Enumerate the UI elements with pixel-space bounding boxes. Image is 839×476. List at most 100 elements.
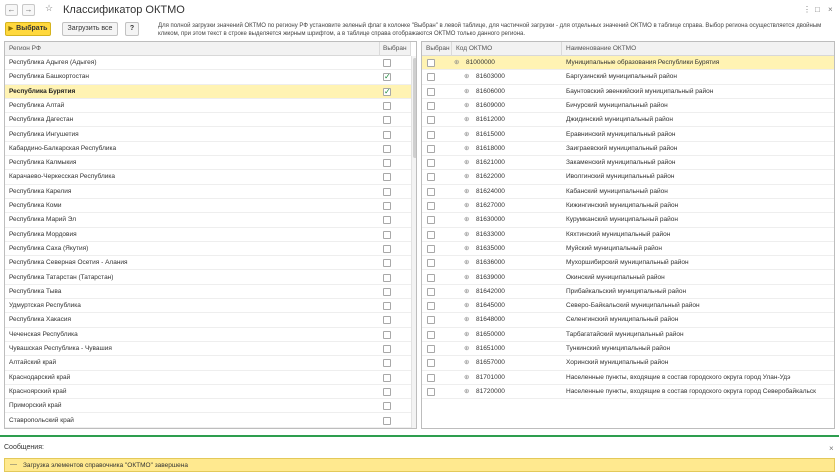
region-row[interactable]: Республика Тыва <box>5 285 411 300</box>
oktmo-checkbox[interactable] <box>427 259 435 268</box>
oktmo-row[interactable]: ⊕ 81650000 Тарбагатайский муниципальный ра… <box>422 328 834 342</box>
region-row[interactable]: Республика Бурятия ✓ <box>5 84 411 99</box>
region-row[interactable]: Республика Ингушетия <box>5 128 411 142</box>
oktmo-checkbox[interactable] <box>427 244 435 253</box>
region-checkbox[interactable] <box>383 373 391 382</box>
oktmo-checkbox[interactable] <box>427 373 435 382</box>
help-button[interactable]: ? <box>125 22 139 36</box>
region-checkbox[interactable]: ✓ <box>383 87 391 96</box>
expand-icon[interactable]: ⊕ <box>464 142 469 156</box>
expand-icon[interactable]: ⊕ <box>464 213 469 227</box>
expand-icon[interactable]: ⊕ <box>464 170 469 184</box>
expand-icon[interactable]: ⊕ <box>464 128 469 142</box>
oktmo-row[interactable]: ⊕ 81720000 Населенные пункты, входящие в с… <box>422 385 834 400</box>
region-row[interactable]: Красноярский край <box>5 385 411 400</box>
expand-icon[interactable]: ⊕ <box>464 113 469 127</box>
oktmo-row[interactable]: ⊕ 81000000 Муниципальные образования Респу… <box>422 56 834 71</box>
oktmo-checkbox[interactable] <box>427 330 435 339</box>
oktmo-checkbox[interactable] <box>427 316 435 325</box>
region-row[interactable]: Республика Мордовия <box>5 228 411 242</box>
region-row[interactable]: Республика Башкортостан ✓ <box>5 70 411 85</box>
oktmo-row[interactable]: ⊕ 81621000 Закаменский муниципальный район <box>422 156 834 171</box>
oktmo-checkbox[interactable] <box>427 130 435 139</box>
expand-icon[interactable]: ⊕ <box>464 271 469 285</box>
oktmo-checkbox[interactable] <box>427 116 435 125</box>
messages-close-icon[interactable]: × <box>829 444 834 453</box>
region-checkbox[interactable] <box>383 359 391 368</box>
oktmo-row[interactable]: ⊕ 81615000 Еравнинский муниципальный район <box>422 128 834 142</box>
oktmo-row[interactable]: ⊕ 81622000 Иволгинский муниципальный район <box>422 170 834 185</box>
expand-icon[interactable]: ⊕ <box>464 385 469 399</box>
region-checkbox[interactable] <box>383 387 391 396</box>
region-checkbox[interactable] <box>383 173 391 182</box>
oktmo-checkbox[interactable] <box>427 387 435 396</box>
expand-icon[interactable]: ⊕ <box>464 85 469 99</box>
oktmo-checkbox[interactable] <box>427 302 435 311</box>
oktmo-row[interactable]: ⊕ 81627000 Кижингинский муниципальный райо… <box>422 199 834 214</box>
region-checkbox[interactable] <box>383 402 391 411</box>
oktmo-checkbox[interactable] <box>427 216 435 225</box>
region-row[interactable]: Республика Северная Осетия - Алания <box>5 256 411 271</box>
forward-button[interactable]: → <box>22 4 35 16</box>
region-row[interactable]: Чувашская Республика - Чувашия <box>5 342 411 357</box>
maximize-icon[interactable]: □ <box>815 5 820 14</box>
oktmo-checkbox[interactable] <box>427 273 435 282</box>
oktmo-checkbox[interactable] <box>427 173 435 182</box>
oktmo-row[interactable]: ⊕ 81603000 Баргузинский муниципальный райо… <box>422 70 834 85</box>
expand-icon[interactable]: ⊕ <box>464 328 469 342</box>
expand-icon[interactable]: ⊕ <box>464 242 469 256</box>
oktmo-row[interactable]: ⊕ 81609000 Бичурский муниципальный район <box>422 99 834 114</box>
region-row[interactable]: Алтайский край <box>5 356 411 371</box>
oktmo-row[interactable]: ⊕ 81633000 Кяхтинский муниципальный район <box>422 228 834 242</box>
expand-icon[interactable]: ⊕ <box>464 256 469 270</box>
oktmo-checkbox[interactable] <box>427 287 435 296</box>
expand-icon[interactable]: ⊕ <box>464 199 469 213</box>
region-checkbox[interactable] <box>383 287 391 296</box>
close-window-icon[interactable]: × <box>828 5 833 14</box>
region-checkbox[interactable] <box>383 216 391 225</box>
oktmo-row[interactable]: ⊕ 81639000 Окинский муниципальный район <box>422 271 834 285</box>
expand-icon[interactable]: ⊕ <box>464 313 469 327</box>
back-button[interactable]: ← <box>5 4 18 16</box>
oktmo-checkbox[interactable] <box>427 87 435 96</box>
region-row[interactable]: Кабардино-Балкарская Республика <box>5 142 411 157</box>
region-checkbox[interactable]: ✓ <box>383 73 391 82</box>
oktmo-row[interactable]: ⊕ 81645000 Северо-Байкальский муниципальны… <box>422 299 834 314</box>
region-row[interactable]: Приморский край <box>5 399 411 414</box>
oktmo-row[interactable]: ⊕ 81606000 Баунтовский эвенкийский муницип… <box>422 85 834 99</box>
expand-icon[interactable]: ⊕ <box>464 299 469 313</box>
expand-icon[interactable]: ⊕ <box>464 185 469 199</box>
region-checkbox[interactable] <box>383 130 391 139</box>
region-row[interactable]: Карачаево-Черкесская Республика <box>5 170 411 185</box>
region-checkbox[interactable] <box>383 144 391 153</box>
region-checkbox[interactable] <box>383 230 391 239</box>
regions-scrollbar[interactable] <box>411 56 416 428</box>
oktmo-checkbox[interactable] <box>427 202 435 210</box>
oktmo-row[interactable]: ⊕ 81642000 Прибайкальский муниципальный ра… <box>422 285 834 300</box>
column-header-region[interactable]: Регион РФ <box>5 42 380 56</box>
region-row[interactable]: Республика Дагестан <box>5 113 411 128</box>
oktmo-row[interactable]: ⊕ 81648000 Селенгинский муниципальный райо… <box>422 313 834 328</box>
message-item[interactable]: — Загрузка элементов справочника "ОКТМО"… <box>4 458 835 472</box>
oktmo-checkbox[interactable] <box>427 144 435 153</box>
expand-icon[interactable]: ⊕ <box>464 228 469 242</box>
region-checkbox[interactable] <box>383 159 391 168</box>
column-header-oktmo-name[interactable]: Наименование ОКТМО <box>562 42 834 56</box>
column-header-selected[interactable]: Выбран <box>380 42 411 56</box>
region-row[interactable]: Краснодарский край <box>5 371 411 385</box>
region-checkbox[interactable] <box>383 316 391 325</box>
region-checkbox[interactable] <box>383 273 391 282</box>
region-row[interactable]: Удмуртская Республика <box>5 299 411 314</box>
more-menu-icon[interactable]: ⋮ <box>803 5 811 14</box>
region-row[interactable]: Республика Карелия <box>5 185 411 199</box>
region-checkbox[interactable] <box>383 187 391 196</box>
region-checkbox[interactable] <box>383 101 391 110</box>
oktmo-checkbox[interactable] <box>427 230 435 239</box>
expand-icon[interactable]: ⊕ <box>464 156 469 170</box>
region-row[interactable]: Чеченская Республика <box>5 328 411 342</box>
favorite-star-icon[interactable]: ☆ <box>45 3 53 14</box>
region-row[interactable]: Республика Татарстан (Татарстан) <box>5 271 411 285</box>
oktmo-row[interactable]: ⊕ 81612000 Джидинский муниципальный район <box>422 113 834 128</box>
oktmo-row[interactable]: ⊕ 81624000 Кабанский муниципальный район <box>422 185 834 199</box>
regions-scrollbar-thumb[interactable] <box>413 58 416 158</box>
